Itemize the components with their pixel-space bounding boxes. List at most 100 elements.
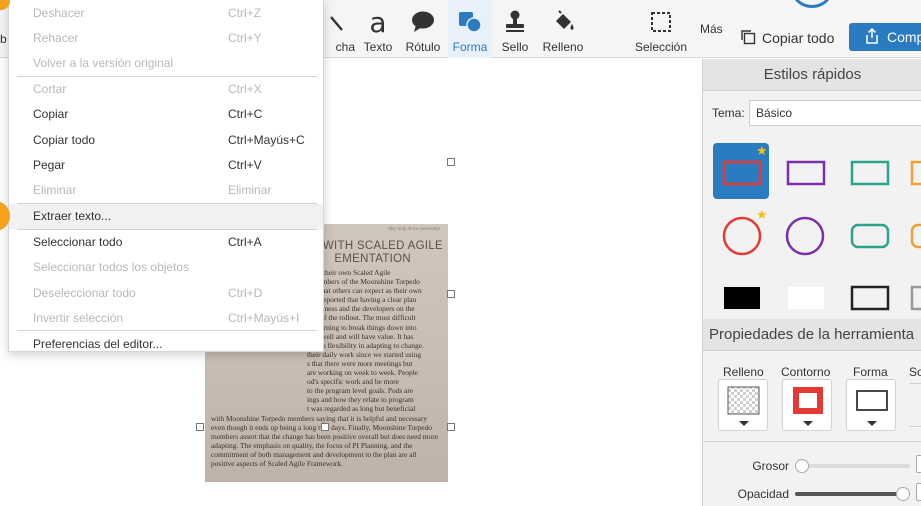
menu-item[interactable]: Preferencias del editor... [9, 331, 323, 356]
outline-dropdown[interactable] [782, 379, 832, 431]
menu-item[interactable]: Seleccionar todos los objetos [9, 255, 323, 280]
shape-dropdown[interactable] [846, 379, 896, 431]
menu-item-label: Deseleccionar todo [33, 285, 136, 300]
menu-item[interactable]: Copiar Ctrl+C [9, 102, 323, 127]
menu-item-label: Invertir selección [33, 310, 124, 325]
callout-icon [401, 8, 445, 36]
chevron-down-icon [803, 421, 813, 426]
menu-item-shortcut: Ctrl+X [228, 82, 262, 97]
rectangle-shape-icon [856, 390, 888, 411]
document-body-line: t was regarded as long but beneficial [307, 404, 416, 414]
copy-all-label: Copiar todo [762, 30, 835, 46]
favorite-star-icon: ★ [756, 143, 768, 158]
thickness-label: Grosor [752, 459, 789, 473]
menu-item[interactable]: Copiar todo Ctrl+Mayús+C [9, 127, 323, 152]
opacity-slider[interactable] [795, 487, 910, 501]
tool-text-button[interactable]: a Texto [358, 0, 398, 58]
menu-item[interactable]: Extraer texto... [9, 203, 323, 229]
tool-fill-button[interactable]: Relleno [537, 0, 589, 58]
menu-item-label: Cortar [33, 82, 67, 97]
opacity-label: Opacidad [737, 487, 789, 501]
tool-text-label: Texto [363, 40, 393, 54]
panel-divider [703, 441, 921, 442]
toolbar-partial-label: b [0, 32, 7, 46]
menu-item-shortcut: Ctrl+Z [228, 5, 261, 20]
quick-style-orange-rect[interactable] [905, 143, 921, 199]
menu-item-label: Pegar [33, 157, 66, 172]
theme-select[interactable]: Básico [749, 100, 921, 126]
shadow-label: So [909, 365, 921, 379]
thickness-slider[interactable] [795, 459, 910, 473]
document-body-line: od's specific work and be more [307, 377, 399, 387]
menu-item[interactable]: Deseleccionar todo Ctrl+D [9, 280, 323, 305]
thickness-value-box[interactable] [916, 455, 921, 473]
menu-item-label: Copiar todo [33, 132, 96, 147]
chevron-down-icon [867, 421, 877, 426]
transparent-fill-icon [727, 386, 760, 415]
stamp-icon [496, 8, 534, 36]
document-body-line: positive aspects of Scaled Agile Framewo… [211, 458, 343, 468]
copy-all-button[interactable]: Copiar todo [740, 26, 834, 50]
quick-style-red-rect[interactable]: ★ [713, 143, 769, 199]
selection-handle[interactable] [196, 423, 204, 431]
tool-properties-title: Propiedades de la herramienta [703, 319, 921, 351]
quick-style-black-outline[interactable] [841, 269, 897, 317]
selection-handle[interactable] [447, 158, 455, 166]
fill-dropdown[interactable] [718, 379, 768, 431]
tool-stamp-button[interactable]: Sello [496, 0, 534, 58]
menu-item[interactable]: Seleccionar todo Ctrl+A [9, 230, 323, 255]
menu-item-shortcut: Ctrl+A [228, 235, 262, 250]
right-panel: Estilos rápidos Tema: Básico ★ ★ Propied… [702, 59, 921, 506]
theme-label: Tema: [712, 106, 745, 120]
quick-style-red-circle[interactable]: ★ [713, 207, 769, 263]
share-button[interactable]: Comp [849, 23, 921, 51]
menu-item-label: Seleccionar todo [33, 235, 123, 250]
menu-item-label: Eliminar [33, 182, 77, 197]
selection-icon [630, 8, 692, 36]
fill-icon [537, 8, 589, 36]
tool-selection-label: Selección [634, 40, 688, 54]
document-body-line: commitment of both management and develo… [211, 449, 417, 459]
quick-style-black-fill[interactable] [713, 269, 769, 317]
menu-item-label: Deshacer [33, 5, 85, 20]
shape-label: Forma [853, 365, 888, 379]
tool-fill-label: Relleno [542, 40, 584, 54]
tool-selection-button[interactable]: Selección [630, 0, 692, 58]
menu-item[interactable]: Cortar Ctrl+X [9, 77, 323, 102]
quick-style-purple-rect[interactable] [777, 143, 833, 199]
selection-handle[interactable] [447, 423, 455, 431]
more-tools-button[interactable]: Más [700, 22, 723, 36]
shadow-control[interactable] [909, 383, 921, 427]
menu-item[interactable]: Invertir selección Ctrl+Mayús+I [9, 305, 323, 330]
menu-item[interactable]: Pegar Ctrl+V [9, 152, 323, 177]
thickness-slider-thumb[interactable] [795, 459, 809, 473]
document-body-line: to the program level goals. Pods are [307, 386, 414, 396]
menu-item[interactable]: Volver a la versión original [9, 50, 323, 75]
quick-styles-title: Estilos rápidos [703, 59, 921, 91]
selection-handle[interactable] [321, 423, 329, 431]
quick-style-orange-rounded[interactable] [905, 207, 921, 263]
quick-style-white-fill[interactable] [777, 269, 833, 317]
selection-handle[interactable] [447, 290, 455, 298]
share-icon [865, 27, 879, 47]
document-body-line: adapting. The emphasis on quality, the f… [211, 440, 413, 450]
chevron-down-icon [739, 421, 749, 426]
quick-style-green-rounded[interactable] [841, 207, 897, 263]
menu-item-shortcut: Ctrl+Mayús+I [228, 310, 300, 325]
outline-label: Contorno [781, 365, 831, 379]
outline-color-icon [793, 387, 823, 414]
menu-item-label: Copiar [33, 107, 69, 122]
quick-style-gray-outline[interactable] [905, 269, 921, 317]
opacity-value-box[interactable] [916, 483, 921, 501]
menu-item[interactable]: Deshacer Ctrl+Z [9, 0, 323, 25]
tool-callout-button[interactable]: Rótulo [401, 0, 445, 58]
quick-style-green-rect[interactable] [841, 143, 897, 199]
menu-item[interactable]: Rehacer Ctrl+Y [9, 25, 323, 50]
document-body-line: s that there were more meetings but [307, 358, 413, 368]
menu-item[interactable]: Eliminar Eliminar [9, 177, 323, 202]
tool-shape-button[interactable]: Forma [448, 0, 492, 58]
opacity-slider-thumb[interactable] [896, 487, 910, 501]
menu-item-label: Rehacer [33, 30, 79, 45]
fill-label: Relleno [723, 365, 764, 379]
quick-style-purple-circle[interactable] [777, 207, 833, 263]
